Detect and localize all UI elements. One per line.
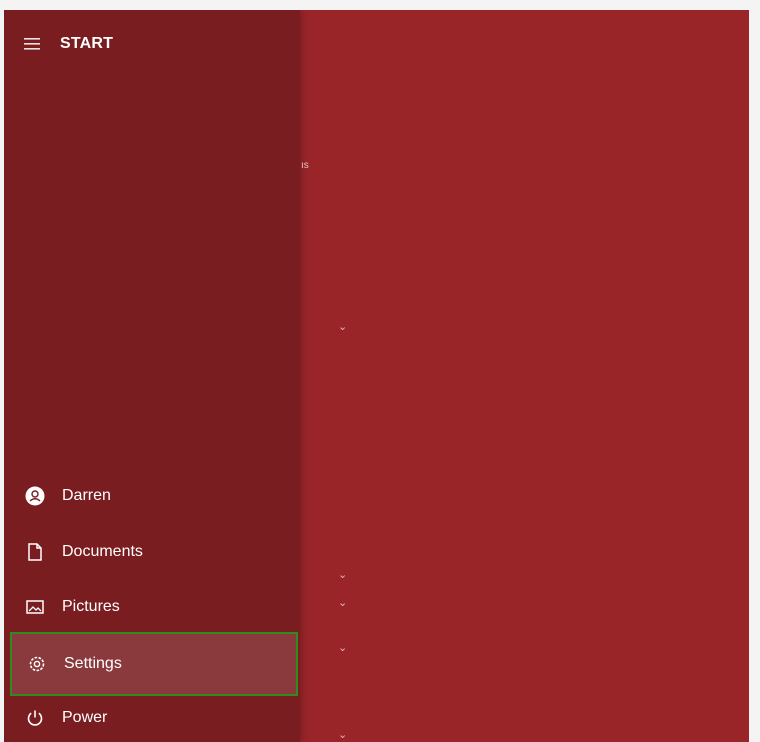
start-header: START [4, 24, 300, 64]
nav-item-pictures[interactable]: Pictures [10, 581, 298, 633]
gear-icon [12, 655, 62, 673]
nav-item-label-power: Power [62, 709, 108, 726]
tile-fragment: ıs [301, 160, 309, 171]
nav-item-label-user: Darren [62, 487, 111, 504]
nav-item-label-pictures: Pictures [62, 598, 120, 615]
nav-item-power[interactable]: Power [10, 692, 298, 742]
nav-item-label-settings: Settings [64, 655, 122, 672]
chevron-down-icon[interactable]: ⌄ [338, 730, 347, 741]
chevron-down-icon[interactable]: ⌄ [338, 570, 347, 581]
power-icon [10, 709, 60, 727]
start-menu: START Darren Documents Pictures Settings… [4, 10, 749, 742]
user-avatar-icon [10, 486, 60, 506]
chevron-down-icon[interactable]: ⌄ [338, 322, 347, 333]
pictures-icon [10, 600, 60, 614]
nav-item-user-account[interactable]: Darren [10, 470, 298, 522]
nav-item-label-documents: Documents [62, 543, 143, 560]
start-navigation-pane: START Darren Documents Pictures Settings… [4, 10, 300, 742]
start-title: START [60, 35, 114, 52]
hamburger-icon [24, 38, 40, 50]
nav-item-settings[interactable]: Settings [10, 632, 298, 696]
nav-item-documents[interactable]: Documents [10, 526, 298, 578]
chevron-down-icon[interactable]: ⌄ [338, 598, 347, 609]
chevron-down-icon[interactable]: ⌄ [338, 643, 347, 654]
hamburger-menu-button[interactable] [4, 24, 60, 64]
document-icon [10, 543, 60, 561]
